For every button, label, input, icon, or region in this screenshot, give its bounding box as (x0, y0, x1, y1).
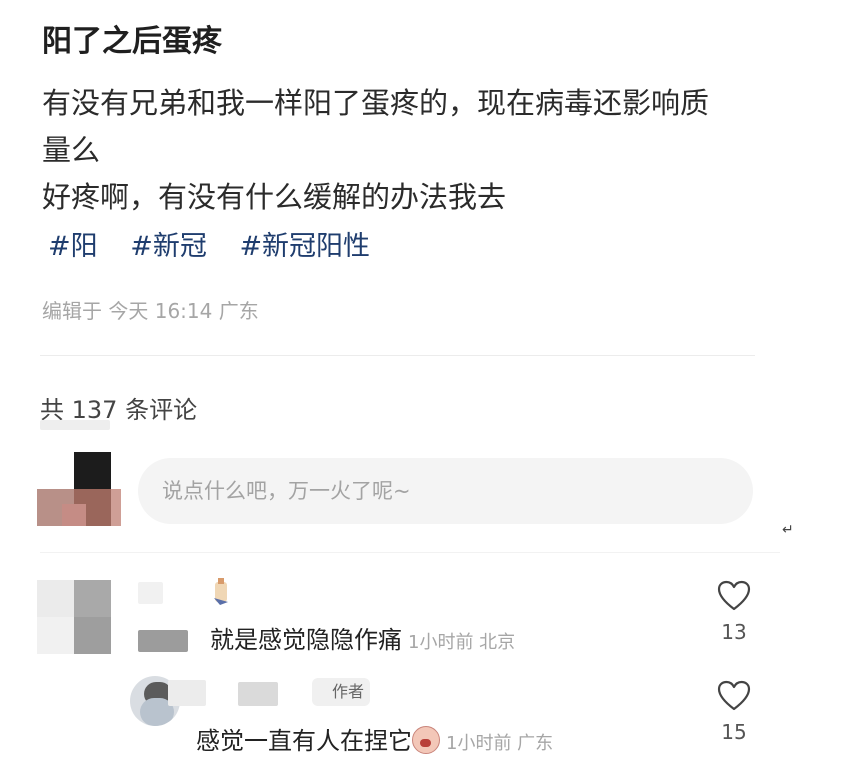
divider (40, 552, 780, 553)
like-button[interactable]: 13 (709, 580, 759, 644)
post-line: 量么 (42, 133, 101, 167)
heart-icon (717, 680, 751, 711)
screaming-face-icon (412, 726, 440, 754)
tag-link[interactable]: #新冠 (130, 231, 207, 262)
tag-link[interactable]: #阳 (48, 231, 98, 262)
user-badge-icon (210, 576, 232, 606)
username-blurred[interactable] (138, 582, 163, 604)
comment-body: 感觉一直有人在捏它 1小时前 广东 (196, 721, 553, 756)
heart-icon (717, 580, 751, 611)
comment-input[interactable] (138, 458, 722, 524)
post-line: 好疼啊，有没有什么缓解的办法我去 (42, 180, 507, 214)
comment-meta: 1小时前 广东 (446, 733, 554, 754)
like-count: 15 (721, 720, 747, 744)
post-title: 阳了之后蛋疼 (42, 24, 222, 59)
like-count: 13 (721, 620, 747, 644)
comment-text: 感觉一直有人在捏它 (196, 727, 412, 755)
comment-input-box[interactable] (138, 458, 753, 524)
author-badge: 作者 (312, 678, 370, 706)
tag-link[interactable]: #新冠阳性 (239, 231, 370, 262)
divider (40, 355, 755, 356)
comment-body: 就是感觉隐隐作痛 1小时前 北京 (210, 620, 515, 655)
post-line: 有没有兄弟和我一样阳了蛋疼的，现在病毒还影响质 (42, 86, 710, 120)
post-meta: 编辑于 今天 16:14 广东 (42, 299, 259, 323)
blurred-mark (138, 630, 188, 652)
blurred-mark (40, 420, 110, 430)
username-blurred[interactable] (238, 682, 278, 706)
return-mark: ↵ (782, 522, 794, 538)
username-blurred[interactable] (168, 680, 206, 706)
comment-text: 就是感觉隐隐作痛 (210, 626, 402, 654)
like-button[interactable]: 15 (709, 680, 759, 744)
tag-list: #阳 #新冠 #新冠阳性 (48, 224, 394, 263)
post-content: 有没有兄弟和我一样阳了蛋疼的，现在病毒还影响质 量么 好疼啊，有没有什么缓解的办… (42, 80, 762, 221)
comment-meta: 1小时前 北京 (408, 632, 516, 653)
